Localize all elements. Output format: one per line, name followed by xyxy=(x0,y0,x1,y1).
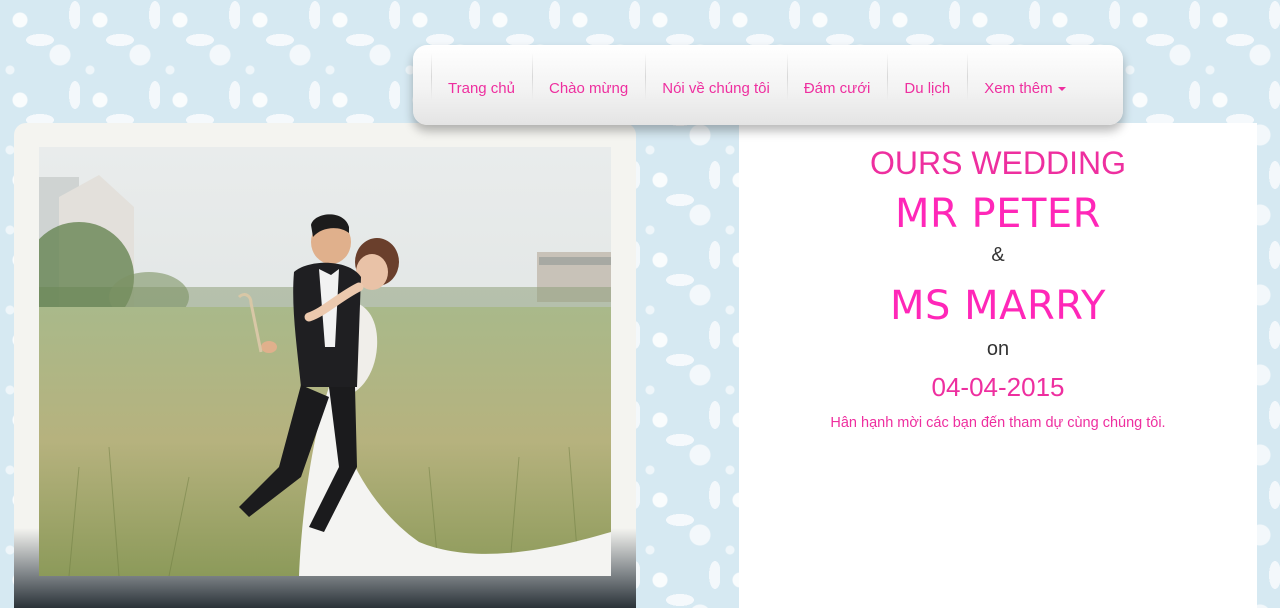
nav-item-travel[interactable]: Du lịch xyxy=(887,53,967,115)
wedding-date: 04-04-2015 xyxy=(931,372,1065,402)
nav-item-label: Xem thêm xyxy=(984,80,1053,97)
nav-item-wedding[interactable]: Đám cưới xyxy=(786,53,888,115)
main-navbar: Trang chủ Chào mừng Nói về chúng tôi Đám… xyxy=(413,45,1123,125)
couple-photo xyxy=(39,147,611,576)
on-label: on xyxy=(986,338,1010,360)
nav-item-home[interactable]: Trang chủ xyxy=(431,53,532,115)
nav-item-welcome[interactable]: Chào mừng xyxy=(531,53,645,115)
nav-item-label: Nói về chúng tôi xyxy=(662,80,770,97)
invitation-panel: OURS WEDDING MR PETER & MS MARRY on 04-0… xyxy=(739,123,1257,608)
nav-item-label: Chào mừng xyxy=(548,80,629,97)
bride-name: MS MARRY xyxy=(890,283,1106,329)
nav-item-more-dropdown[interactable]: Xem thêm xyxy=(967,53,1082,115)
nav-item-about-us[interactable]: Nói về chúng tôi xyxy=(645,53,787,115)
groom-name: MR PETER xyxy=(895,191,1101,237)
invitation-message: Hân hạnh mời các bạn đến tham dự cùng ch… xyxy=(830,415,1166,431)
ampersand: & xyxy=(991,244,1005,266)
photo-panel xyxy=(14,123,636,608)
nav-item-label: Trang chủ xyxy=(448,80,515,97)
nav-item-label: Đám cưới xyxy=(803,80,871,97)
nav-menu: Trang chủ Chào mừng Nói về chúng tôi Đám… xyxy=(413,45,1123,125)
invitation-title: OURS WEDDING xyxy=(870,145,1126,181)
caret-down-icon xyxy=(1057,87,1066,92)
nav-item-label: Du lịch xyxy=(904,80,951,97)
